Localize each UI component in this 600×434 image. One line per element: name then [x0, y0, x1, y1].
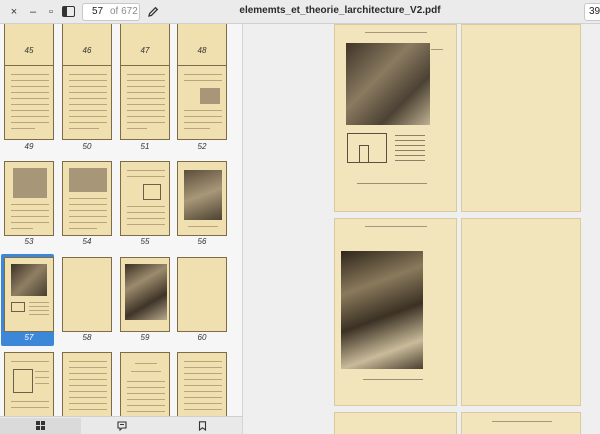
page-thumbnail-57[interactable] — [4, 257, 54, 332]
thumbnails-view-button[interactable] — [0, 418, 81, 434]
thumbnail-label: 47 — [140, 46, 150, 55]
thumbnail-label: 46 — [82, 46, 92, 55]
thumbnail-label: 53 — [24, 237, 34, 246]
page-thumbnail-58[interactable] — [62, 257, 112, 332]
page-thumbnail-55[interactable] — [120, 161, 170, 236]
document-page — [461, 218, 581, 406]
thumbnail-sidebar[interactable]: 45 46 47 48 49 50 51 52 53 54 55 56 57 5… — [0, 24, 243, 416]
page-thumbnail-51[interactable] — [120, 65, 170, 140]
thumbnail-label: 51 — [140, 142, 150, 151]
thumbnail-label: 56 — [197, 237, 207, 246]
document-title: elememts_et_theorie_larchitecture_V2.pdf — [239, 5, 441, 16]
annotate-button[interactable] — [144, 3, 162, 21]
thumbnail-label: 54 — [82, 237, 92, 246]
thumbnail-label: 59 — [140, 333, 150, 342]
page-count-label: of 672 — [110, 6, 138, 17]
annotations-view-button[interactable] — [81, 418, 162, 434]
document-view[interactable] — [244, 24, 600, 434]
sidebar-toggle-button[interactable] — [59, 3, 79, 21]
page-thumbnail-49[interactable] — [4, 65, 54, 140]
thumbnail-label: 48 — [197, 46, 207, 55]
page-number-field[interactable]: 57 of 672 — [82, 3, 140, 21]
page-thumbnail-56[interactable] — [177, 161, 227, 236]
interior-photograph — [341, 251, 423, 369]
page-thumbnail-46[interactable] — [62, 24, 112, 66]
thumbnail-label: 58 — [82, 333, 92, 342]
page-thumbnail-61[interactable] — [4, 352, 54, 416]
zoom-value: 39 — [589, 6, 600, 17]
document-page — [461, 24, 581, 212]
thumbnail-label: 60 — [197, 333, 207, 342]
page-thumbnail-64[interactable] — [177, 352, 227, 416]
header-bar: × – ▫ 57 of 672 elememts_et_theorie_larc… — [0, 0, 600, 24]
page-thumbnail-47[interactable] — [120, 24, 170, 66]
current-page-value: 57 — [92, 6, 104, 17]
thumbnail-label: 50 — [82, 142, 92, 151]
document-page — [334, 412, 457, 434]
page-thumbnail-62[interactable] — [62, 352, 112, 416]
thumbnail-label: 49 — [24, 142, 34, 151]
page-thumbnail-59[interactable] — [120, 257, 170, 332]
page-thumbnail-60[interactable] — [177, 257, 227, 332]
page-thumbnail-63[interactable] — [120, 352, 170, 416]
sidebar-view-switcher — [0, 416, 243, 434]
thumbnail-label: 55 — [140, 237, 150, 246]
minimize-window-button[interactable]: – — [25, 4, 41, 20]
sidebar-icon — [62, 6, 75, 17]
maximize-window-button[interactable]: ▫ — [43, 4, 59, 20]
annotation-icon — [117, 421, 127, 431]
document-page — [334, 218, 457, 406]
page-thumbnail-52[interactable] — [177, 65, 227, 140]
close-window-button[interactable]: × — [6, 4, 22, 20]
pencil-icon — [148, 6, 159, 17]
page-thumbnail-48[interactable] — [177, 24, 227, 66]
page-thumbnail-50[interactable] — [62, 65, 112, 140]
thumbnail-label: 45 — [24, 46, 34, 55]
thumbnail-label-selected: 57 — [24, 333, 34, 342]
document-page — [334, 24, 457, 212]
bookmarks-view-button[interactable] — [162, 418, 243, 434]
page-thumbnail-54[interactable] — [62, 161, 112, 236]
document-page — [461, 412, 581, 434]
interior-photograph — [346, 43, 430, 125]
page-thumbnail-53[interactable] — [4, 161, 54, 236]
zoom-level-field[interactable]: 39 — [584, 3, 600, 21]
thumbnail-label: 52 — [197, 142, 207, 151]
page-thumbnail-45[interactable] — [4, 24, 54, 66]
bookmark-icon — [198, 421, 207, 431]
grid-icon — [36, 421, 45, 430]
